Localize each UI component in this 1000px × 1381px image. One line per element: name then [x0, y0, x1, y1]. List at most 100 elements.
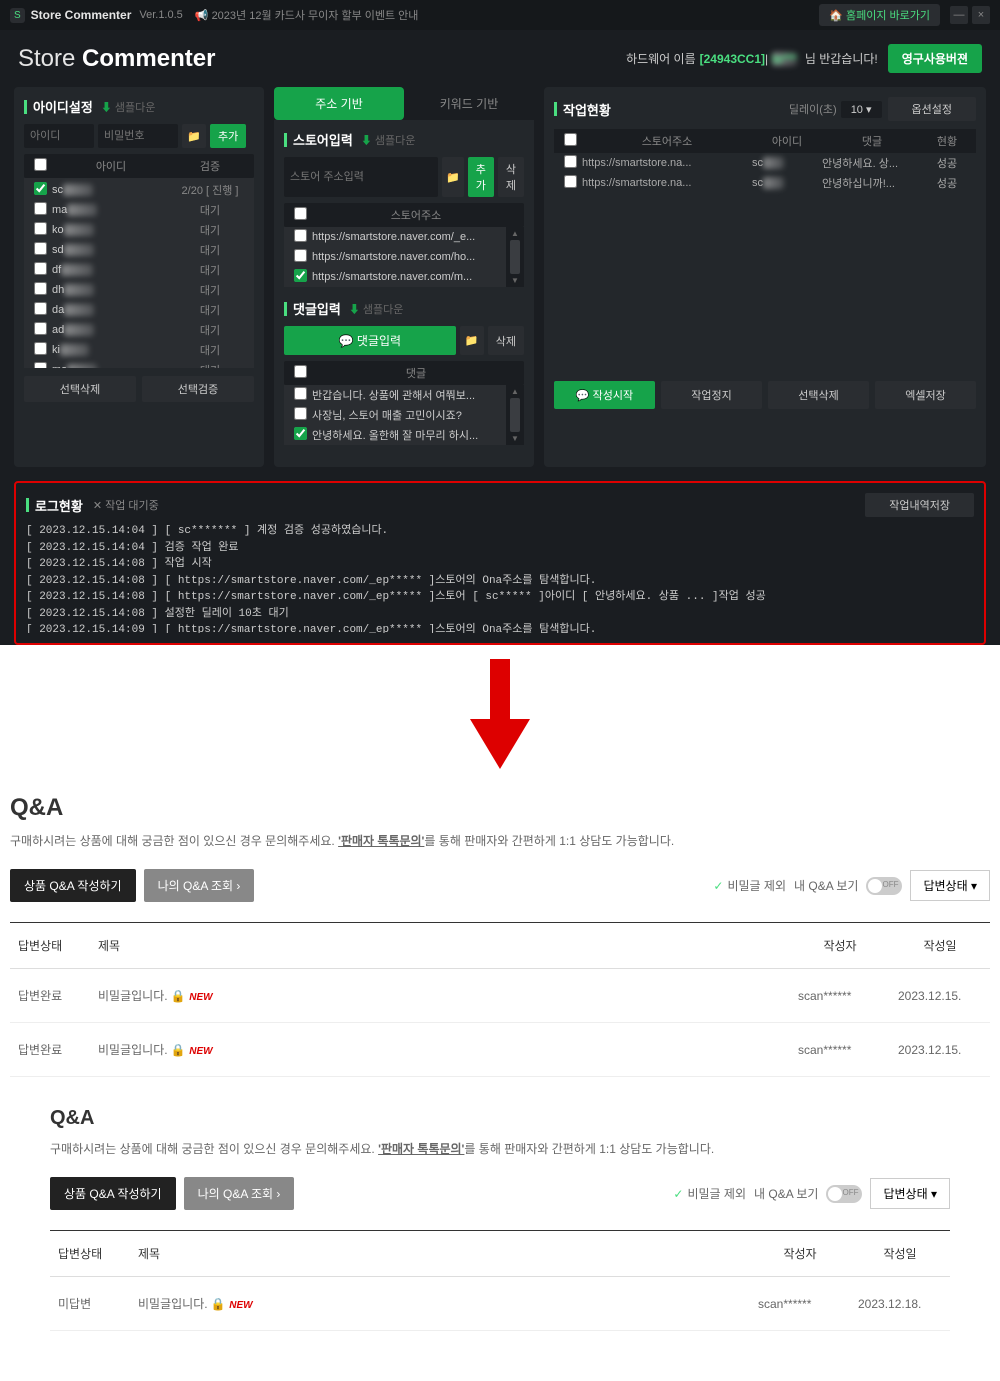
excel-save-button[interactable]: 엑셀저장 [875, 381, 976, 409]
delay-select[interactable]: 10 ▾ [841, 101, 882, 118]
homepage-button[interactable]: 🏠 홈페이지 바로가기 [819, 4, 940, 26]
qna-write-button[interactable]: 상품 Q&A 작성하기 [10, 869, 136, 902]
id-row-checkbox[interactable] [34, 202, 47, 215]
arrow-icon [0, 659, 1000, 774]
stop-button[interactable]: 작업정지 [661, 381, 762, 409]
store-delete-button[interactable]: 삭제 [498, 157, 524, 197]
folder-button[interactable]: 📁 [182, 124, 206, 148]
work-row[interactable]: https://smartstore.na...sc*****안녕하십니까!..… [554, 173, 976, 193]
qna-row[interactable]: 답변완료비밀글입니다. 🔒 NEWscan******2023.12.15. [10, 969, 990, 1023]
comment-panel-title: 댓글입력 [293, 299, 341, 318]
add-id-button[interactable]: 추가 [210, 124, 246, 148]
qna2-my-button[interactable]: 나의 Q&A 조회 › [184, 1177, 295, 1210]
select-all-stores[interactable] [294, 207, 307, 220]
id-input[interactable] [24, 124, 94, 148]
id-row[interactable]: ko*******대기 [24, 220, 254, 240]
work-row-checkbox[interactable] [564, 175, 577, 188]
work-delete-button[interactable]: 선택삭제 [768, 381, 869, 409]
id-row-checkbox[interactable] [34, 182, 47, 195]
select-all-comments[interactable] [294, 365, 307, 378]
minimize-button[interactable]: — [950, 6, 968, 24]
qna-row[interactable]: 미답변비밀글입니다. 🔒 NEWscan******2023.12.18. [50, 1277, 950, 1331]
tab-keyword[interactable]: 키워드 기반 [404, 87, 534, 120]
qna2-write-button[interactable]: 상품 Q&A 작성하기 [50, 1177, 176, 1210]
store-row[interactable]: https://smartstore.naver.com/ho... [284, 247, 506, 267]
id-row[interactable]: dfa******대기 [24, 260, 254, 280]
seller-chat-link[interactable]: '판매자 톡톡문의' [378, 1142, 464, 1156]
qna-title-cell[interactable]: 비밀글입니다. 🔒 NEW [90, 969, 790, 1023]
comment-row-checkbox[interactable] [294, 427, 307, 440]
work-row-checkbox[interactable] [564, 155, 577, 168]
id-status: 대기 [170, 202, 250, 218]
select-all-ids[interactable] [34, 158, 47, 171]
close-button[interactable]: × [972, 6, 990, 24]
scrollbar[interactable]: ▲▼ [506, 227, 524, 287]
store-row[interactable]: https://smartstore.naver.com/m... [284, 267, 506, 287]
store-folder-button[interactable]: 📁 [442, 157, 464, 197]
log-save-button[interactable]: 작업내역저장 [865, 493, 974, 517]
comment-sample-download[interactable]: 샘플다운 [349, 301, 404, 317]
id-row[interactable]: ma*******대기 [24, 200, 254, 220]
welcome-text: 님 반갑습니다! [805, 50, 878, 67]
reply-status-select[interactable]: 답변상태 ▾ [870, 1178, 950, 1209]
store-row-checkbox[interactable] [294, 249, 307, 262]
verify-selected-button[interactable]: 선택검증 [142, 376, 254, 402]
qna2-title: Q&A [50, 1107, 950, 1130]
select-all-work[interactable] [564, 133, 577, 146]
exclude-secret-checkbox[interactable]: ✓ 비밀글 제외 [673, 1185, 746, 1202]
id-row-checkbox[interactable] [34, 342, 47, 355]
store-row-checkbox[interactable] [294, 229, 307, 242]
scrollbar[interactable]: ▲▼ [506, 385, 524, 445]
comment-delete-button[interactable]: 삭제 [488, 326, 524, 355]
id-row[interactable]: ad*******대기 [24, 320, 254, 340]
id-row-checkbox[interactable] [34, 222, 47, 235]
exclude-secret-checkbox[interactable]: ✓ 비밀글 제외 [713, 877, 786, 894]
id-row-checkbox[interactable] [34, 322, 47, 335]
comment-row-checkbox[interactable] [294, 387, 307, 400]
qna-date: 2023.12.15. [890, 1023, 990, 1077]
id-row[interactable]: dh*******대기 [24, 280, 254, 300]
tab-address[interactable]: 주소 기반 [274, 87, 404, 120]
seller-chat-link[interactable]: '판매자 톡톡문의' [338, 834, 424, 848]
id-row[interactable]: kir******대기 [24, 340, 254, 360]
qna-row[interactable]: 답변완료비밀글입니다. 🔒 NEWscan******2023.12.15. [10, 1023, 990, 1077]
store-row-checkbox[interactable] [294, 269, 307, 282]
reply-status-select[interactable]: 답변상태 ▾ [910, 870, 990, 901]
start-button[interactable]: 💬 작성시작 [554, 381, 655, 409]
my-qna-toggle[interactable] [826, 1185, 862, 1203]
id-row-checkbox[interactable] [34, 282, 47, 295]
id-row-checkbox[interactable] [34, 262, 47, 275]
qna-title-cell[interactable]: 비밀글입니다. 🔒 NEW [130, 1277, 750, 1331]
app-window: S Store Commenter Ver.1.0.5 2023년 12월 카드… [0, 0, 1000, 645]
comment-row-checkbox[interactable] [294, 407, 307, 420]
id-row-checkbox[interactable] [34, 242, 47, 255]
my-qna-label: 내 Q&A 보기 [754, 1185, 818, 1202]
store-add-button[interactable]: 추가 [468, 157, 494, 197]
qna-my-button[interactable]: 나의 Q&A 조회 › [144, 869, 255, 902]
comment-row[interactable]: 반갑습니다. 상품에 관해서 여쭤보... [284, 385, 506, 405]
comment-list: 반갑습니다. 상품에 관해서 여쭤보...사장님, 스토어 매출 고민이시죠?안… [284, 385, 506, 445]
work-row[interactable]: https://smartstore.na...sc*****안녕하세요. 상.… [554, 153, 976, 173]
option-settings-button[interactable]: 옵션설정 [888, 97, 976, 121]
store-sample-download[interactable]: 샘플다운 [361, 132, 416, 148]
comment-row[interactable]: 안녕하세요. 올한해 잘 마무리 하시... [284, 425, 506, 445]
my-qna-toggle[interactable] [866, 877, 902, 895]
id-row[interactable]: ma*******대기 [24, 360, 254, 368]
comment-folder-button[interactable]: 📁 [460, 326, 484, 355]
store-row[interactable]: https://smartstore.naver.com/_e... [284, 227, 506, 247]
id-status: 대기 [170, 222, 250, 238]
sample-download[interactable]: 샘플다운 [101, 99, 156, 115]
store-url-input[interactable] [284, 157, 438, 197]
id-row-checkbox[interactable] [34, 362, 47, 368]
id-row[interactable]: da*******대기 [24, 300, 254, 320]
id-row[interactable]: sc*******2/20 [ 진행 ] [24, 180, 254, 200]
id-row[interactable]: sd*******대기 [24, 240, 254, 260]
pw-input[interactable] [98, 124, 178, 148]
id-row-checkbox[interactable] [34, 302, 47, 315]
comment-row[interactable]: 사장님, 스토어 매출 고민이시죠? [284, 405, 506, 425]
delete-selected-button[interactable]: 선택삭제 [24, 376, 136, 402]
license-button[interactable]: 영구사용버젼 [888, 44, 982, 73]
work-url: https://smartstore.na... [582, 157, 752, 169]
comment-input-button[interactable]: 💬 댓글입력 [284, 326, 456, 355]
qna-title-cell[interactable]: 비밀글입니다. 🔒 NEW [90, 1023, 790, 1077]
